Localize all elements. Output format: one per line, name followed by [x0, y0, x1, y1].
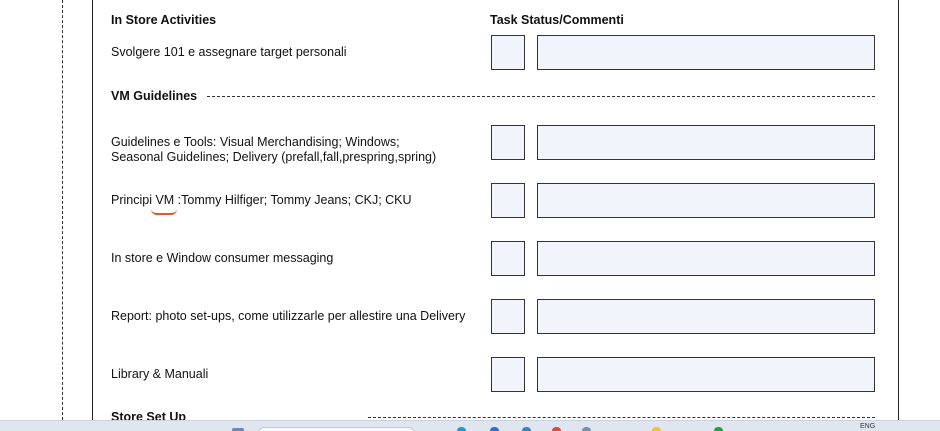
column-header-task-status: Task Status/Commenti	[490, 13, 624, 27]
section-divider-vm-guidelines	[207, 96, 875, 97]
page-margin-dashed-line	[62, 0, 63, 420]
document-page: In Store Activities Task Status/Commenti…	[0, 0, 940, 431]
section-header-in-store-activities: In Store Activities	[111, 13, 217, 27]
edge-browser-icon[interactable]	[457, 427, 466, 431]
word-icon[interactable]	[522, 427, 531, 431]
status-checkbox-row-2[interactable]	[491, 125, 525, 160]
row-label-principi-vm: Principi VM :Tommy Hilfiger; Tommy Jeans…	[111, 193, 412, 207]
comment-field-row-3[interactable]	[537, 183, 875, 218]
row-label-in-store-window-messaging: In store e Window consumer messaging	[111, 251, 334, 265]
comment-field-row-5[interactable]	[537, 299, 875, 334]
row-label-guidelines-tools-line-1: Guidelines e Tools: Visual Merchandising…	[111, 135, 400, 149]
status-checkbox-row-4[interactable]	[491, 241, 525, 276]
chrome-icon[interactable]	[552, 427, 561, 431]
comment-field-row-1[interactable]	[537, 35, 875, 70]
section-header-vm-guidelines: VM Guidelines	[111, 89, 198, 103]
section-divider-store-setup	[368, 417, 875, 418]
status-checkbox-row-1[interactable]	[491, 35, 525, 70]
outlook-icon[interactable]	[490, 427, 499, 431]
row-label-svolgere-101: Svolgere 101 e assegnare target personal…	[111, 45, 347, 59]
comment-field-row-4[interactable]	[537, 241, 875, 276]
file-explorer-icon[interactable]	[582, 427, 591, 431]
row-label-library-manuali: Library & Manuali	[111, 367, 209, 381]
language-indicator[interactable]: ENG	[860, 423, 875, 431]
row-label-report-photo-setups: Report: photo set-ups, come utilizzarle …	[111, 309, 466, 323]
app-icon-green[interactable]	[714, 427, 723, 431]
app-icon-yellow[interactable]	[652, 427, 661, 431]
status-checkbox-row-5[interactable]	[491, 299, 525, 334]
status-checkbox-row-3[interactable]	[491, 183, 525, 218]
spellcheck-underline	[151, 209, 177, 215]
comment-field-row-2[interactable]	[537, 125, 875, 160]
status-checkbox-row-6[interactable]	[491, 357, 525, 392]
row-label-guidelines-tools-line-2: Seasonal Guidelines; Delivery (prefall,f…	[111, 150, 437, 164]
comment-field-row-6[interactable]	[537, 357, 875, 392]
windows-taskbar: ENG	[0, 420, 940, 431]
taskbar-search-box[interactable]	[258, 427, 415, 431]
